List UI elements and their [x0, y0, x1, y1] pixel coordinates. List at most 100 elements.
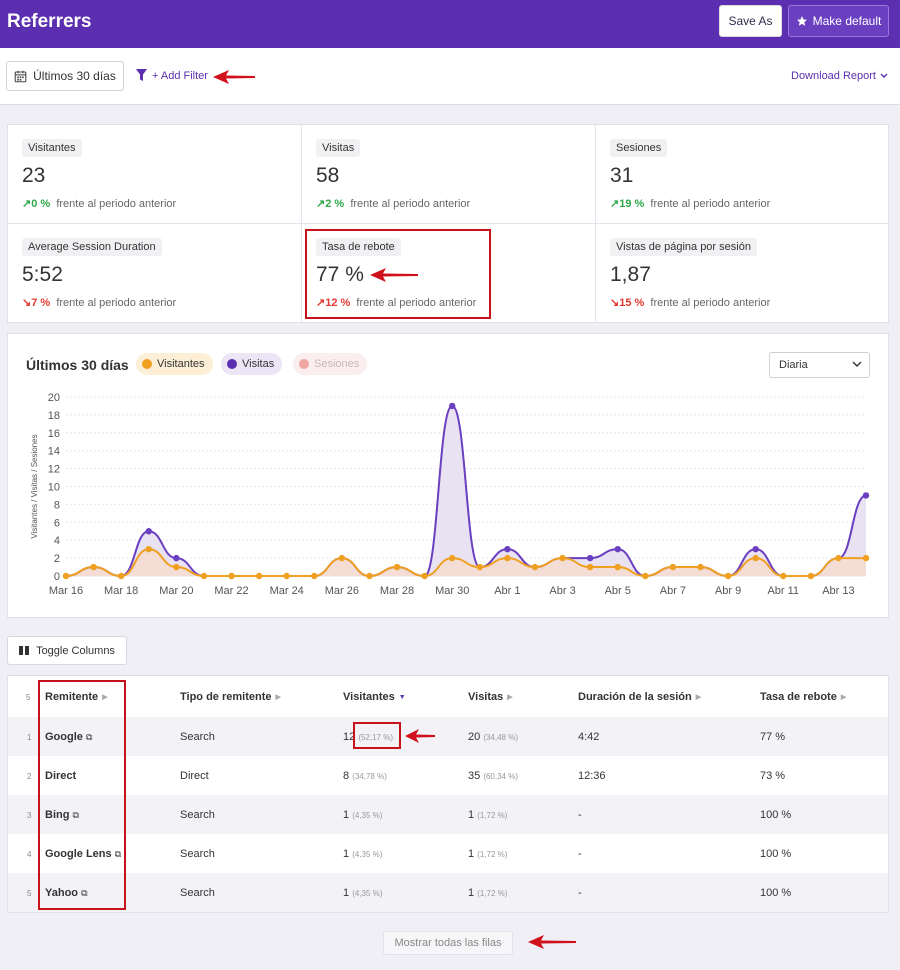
data-point: [504, 554, 511, 562]
column-header-tasa-de-rebote[interactable]: Tasa de rebote ▶: [760, 691, 846, 703]
metric-value: 31: [610, 164, 634, 187]
y-tick-label: 12: [48, 464, 60, 476]
referrer-type: Search: [180, 848, 215, 860]
metric-change-value: 7 %: [31, 297, 51, 309]
toggle-columns-label: Toggle Columns: [36, 644, 115, 657]
data-point: [366, 572, 373, 580]
calendar-icon: [14, 70, 27, 82]
make-default-label: Make default: [812, 14, 882, 28]
duration-cell: 4:42: [578, 731, 600, 743]
trend-up-icon: ↗: [316, 198, 326, 210]
visitors-cell: 8 (34,78 %): [343, 770, 387, 782]
column-header-label: Visitantes: [343, 691, 395, 703]
visits-pct: (1,72 %): [477, 811, 508, 820]
metric-label: Vistas de página por sesión: [610, 238, 757, 256]
data-point: [338, 554, 346, 562]
x-tick-label: Mar 16: [49, 585, 83, 597]
visitors-pct: (34,78 %): [352, 772, 387, 781]
column-header-label: Tasa de rebote: [760, 691, 837, 703]
duration-cell: 12:36: [578, 770, 606, 782]
data-point: [531, 563, 539, 571]
metric-change: ↘15 % frente al periodo anterior: [610, 296, 770, 309]
column-header-label: Visitas: [468, 691, 504, 703]
metric-change: ↗0 % frente al periodo anterior: [22, 197, 176, 210]
bounce-cell: 73 %: [760, 770, 786, 782]
y-tick-label: 18: [48, 410, 60, 422]
visitors-value: 8: [343, 770, 350, 782]
metric-value: 1,87: [610, 263, 651, 286]
visits-cell: 1 (1,72 %): [468, 848, 507, 860]
y-tick-label: 2: [54, 553, 60, 565]
data-point: [835, 554, 842, 562]
y-tick-label: 6: [54, 517, 60, 529]
sort-down-icon: ▼: [398, 693, 406, 701]
annotation-arrow-icon: [370, 268, 418, 282]
metric-value: 5:52: [22, 263, 63, 286]
annotation-arrow-icon: [405, 729, 435, 743]
funnel-icon: [136, 69, 147, 81]
bounce-cell: 100 %: [760, 809, 792, 821]
data-point: [862, 554, 870, 562]
column-header-visitantes[interactable]: Visitantes ▼: [343, 691, 406, 703]
data-point: [476, 563, 483, 571]
data-point: [90, 563, 97, 571]
data-point: [559, 554, 566, 562]
download-report-label: Download Report: [791, 70, 876, 82]
table-row[interactable]: 1 Google ⧉ Search 12 (52,17 %) 20 (34,48…: [8, 717, 888, 756]
data-point: [724, 572, 732, 580]
data-point: [504, 545, 511, 553]
table-row[interactable]: 3 Bing ⧉ Search 1 (4,35 %) 1 (1,72 %) - …: [8, 795, 888, 834]
visits-pct: (34,48 %): [483, 733, 518, 742]
table-row[interactable]: 4 Google Lens ⧉ Search 1 (4,35 %) 1 (1,7…: [8, 834, 888, 873]
data-point: [62, 572, 70, 580]
download-report-button[interactable]: Download Report: [791, 70, 888, 82]
page-title: Referrers: [7, 11, 92, 32]
show-all-rows-button[interactable]: Mostrar todas las filas: [383, 931, 513, 955]
toggle-columns-button[interactable]: Toggle Columns: [7, 636, 127, 665]
data-point: [752, 554, 759, 562]
y-tick-label: 10: [48, 482, 60, 494]
data-point: [614, 545, 621, 553]
metric-change-value: 2 %: [325, 198, 345, 210]
chart-panel: Últimos 30 días Visitantes Visitas Sesio…: [7, 333, 889, 618]
row-rank: 2: [27, 772, 32, 781]
date-range-button[interactable]: Últimos 30 días: [6, 61, 124, 91]
trend-up-icon: ↗: [610, 198, 620, 210]
y-tick-label: 16: [48, 428, 60, 440]
row-rank: 3: [27, 811, 32, 820]
x-tick-label: Abr 11: [767, 585, 799, 597]
table-row[interactable]: 2 Direct Direct 8 (34,78 %) 35 (60,34 %)…: [8, 756, 888, 795]
table-row[interactable]: 5 Yahoo ⧉ Search 1 (4,35 %) 1 (1,72 %) -…: [8, 873, 888, 912]
visits-value: 20: [468, 731, 481, 743]
x-tick-label: Abr 7: [660, 585, 686, 597]
metric-label: Average Session Duration: [22, 238, 162, 256]
data-point: [393, 563, 401, 571]
x-tick-label: Mar 28: [380, 585, 414, 597]
add-filter-button[interactable]: + Add Filter: [136, 69, 208, 82]
x-tick-label: Abr 1: [494, 585, 520, 597]
metric-change-suffix: frente al periodo anterior: [650, 297, 771, 309]
data-point: [642, 572, 649, 580]
column-header-tipo[interactable]: Tipo de remitente ▶: [180, 691, 281, 703]
x-tick-label: Mar 20: [159, 585, 193, 597]
data-point: [586, 563, 594, 571]
make-default-button[interactable]: Make default: [788, 5, 889, 37]
save-as-button[interactable]: Save As: [719, 5, 782, 37]
y-axis-label: Visitantes / Visitas / Sesiones: [30, 434, 39, 538]
metric-label: Sesiones: [610, 139, 668, 157]
visits-value: 35: [468, 770, 481, 782]
row-rank: 5: [27, 889, 32, 898]
referrer-type: Search: [180, 887, 215, 899]
visits-value: 1: [468, 809, 475, 821]
column-header-duracion[interactable]: Duración de la sesión ▶: [578, 691, 701, 703]
column-header-visitas[interactable]: Visitas ▶: [468, 691, 513, 703]
data-point: [173, 554, 180, 562]
annotation-arrow-icon: [528, 935, 576, 949]
trend-down-icon: ↘: [22, 297, 32, 309]
data-point: [807, 572, 815, 580]
metric-change: ↗2 % frente al periodo anterior: [316, 197, 470, 210]
x-tick-label: Mar 24: [270, 585, 304, 597]
referrers-table: 5 Remitente ▶ Tipo de remitente ▶ Visitant…: [7, 675, 889, 913]
metric-change-suffix: frente al periodo anterior: [56, 297, 177, 309]
row-count: 5: [26, 693, 31, 702]
